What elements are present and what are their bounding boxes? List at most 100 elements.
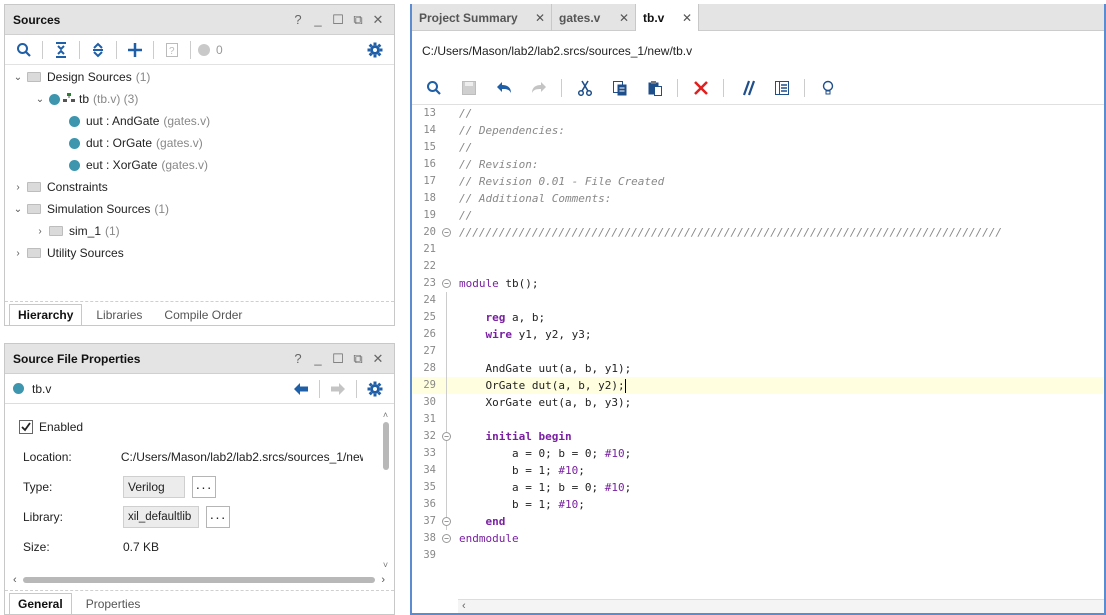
insert-template-icon[interactable] xyxy=(766,76,797,100)
editor-tabs: Project Summary ✕ gates.v ✕ tb.v ✕ xyxy=(412,4,1104,31)
minimize-icon[interactable]: _ xyxy=(310,12,326,28)
delete-icon[interactable] xyxy=(685,76,716,100)
code-line[interactable]: 36 b = 1; #10; xyxy=(412,496,1104,513)
cut-icon[interactable] xyxy=(569,76,600,100)
copy-icon[interactable] xyxy=(604,76,635,100)
tab-label: Project Summary xyxy=(419,10,518,25)
code-line[interactable]: 24 xyxy=(412,292,1104,309)
toggle-comment-icon[interactable] xyxy=(731,76,762,100)
code-line[interactable]: 16 // Revision: xyxy=(412,156,1104,173)
tree-item-sim-1[interactable]: › sim_1 (1) xyxy=(5,220,394,242)
code-line[interactable]: 28 AndGate uut(a, b, y1); xyxy=(412,360,1104,377)
code-line[interactable]: 14 // Dependencies: xyxy=(412,122,1104,139)
float-icon[interactable]: ⧉ xyxy=(350,351,366,367)
enabled-checkbox[interactable] xyxy=(19,420,33,434)
chevron-down-icon[interactable]: ⌄ xyxy=(12,72,24,83)
code-area[interactable]: 13 // 14 // Dependencies: 15 // 16 // Revision:… xyxy=(412,105,1104,599)
redo-icon[interactable] xyxy=(523,76,554,100)
code-line[interactable]: 34 b = 1; #10; xyxy=(412,462,1104,479)
code-line[interactable]: 29 OrGate dut(a, b, y2); xyxy=(412,377,1104,394)
code-line[interactable]: 18 // Additional Comments: xyxy=(412,190,1104,207)
editor-horizontal-scrollbar[interactable]: ‹ xyxy=(458,599,1104,613)
tree-item-uut[interactable]: uut : AndGate (gates.v) xyxy=(5,110,394,132)
code-line[interactable]: 23− module tb(); xyxy=(412,275,1104,292)
search-icon[interactable] xyxy=(418,76,449,100)
code-line[interactable]: 39 xyxy=(412,547,1104,564)
properties-horizontal-scrollbar[interactable]: ‹ › xyxy=(13,574,385,586)
code-line[interactable]: 15 // xyxy=(412,139,1104,156)
paste-icon[interactable] xyxy=(639,76,670,100)
close-icon[interactable]: ✕ xyxy=(619,11,629,25)
chevron-right-icon[interactable]: › xyxy=(12,182,24,193)
code-line[interactable]: 22 xyxy=(412,258,1104,275)
chevron-down-icon[interactable]: ⌄ xyxy=(34,94,46,105)
fold-end-icon[interactable]: − xyxy=(442,534,451,543)
tab-project-summary[interactable]: Project Summary ✕ xyxy=(412,4,552,31)
code-line[interactable]: 20−/////////////////////////////////////… xyxy=(412,224,1104,241)
properties-vertical-scrollbar[interactable]: ˄ ˅ xyxy=(381,410,390,570)
undo-icon[interactable] xyxy=(488,76,519,100)
fold-collapse-icon[interactable]: − xyxy=(442,279,451,288)
tree-item-constraints[interactable]: › Constraints xyxy=(5,176,394,198)
code-text: XorGate eut(a, b, y3); xyxy=(459,396,632,409)
expand-all-icon[interactable] xyxy=(85,38,111,62)
gear-icon[interactable] xyxy=(362,377,388,401)
lightbulb-icon[interactable] xyxy=(812,76,843,100)
tab-compile-order[interactable]: Compile Order xyxy=(156,304,250,325)
tree-item-design-sources[interactable]: ⌄ Design Sources (1) xyxy=(5,66,394,88)
forward-arrow-icon[interactable] xyxy=(325,377,351,401)
float-icon[interactable]: ⧉ xyxy=(350,12,366,28)
maximize-icon[interactable]: ☐ xyxy=(330,351,346,367)
code-line[interactable]: 19 // xyxy=(412,207,1104,224)
minimize-icon[interactable]: _ xyxy=(310,351,326,367)
library-browse-button[interactable]: ··· xyxy=(206,506,230,528)
search-icon[interactable] xyxy=(11,38,37,62)
tree-item-simulation-sources[interactable]: ⌄ Simulation Sources (1) xyxy=(5,198,394,220)
chevron-right-icon[interactable]: › xyxy=(34,226,46,237)
code-line[interactable]: 38− endmodule xyxy=(412,530,1104,547)
tree-item-label: Constraints xyxy=(47,180,108,194)
collapse-all-icon[interactable] xyxy=(48,38,74,62)
tree-item-dut[interactable]: dut : OrGate (gates.v) xyxy=(5,132,394,154)
code-line[interactable]: 25 reg a, b; xyxy=(412,309,1104,326)
close-icon[interactable]: ✕ xyxy=(535,11,545,25)
gear-icon[interactable] xyxy=(362,38,388,62)
close-icon[interactable]: ✕ xyxy=(682,11,692,25)
chevron-down-icon[interactable]: ⌄ xyxy=(12,204,24,215)
tab-tb-v[interactable]: tb.v ✕ xyxy=(636,4,699,31)
fold-end-icon[interactable]: − xyxy=(442,517,451,526)
chevron-right-icon[interactable]: › xyxy=(12,248,24,259)
code-line[interactable]: 21 xyxy=(412,241,1104,258)
tab-libraries[interactable]: Libraries xyxy=(88,304,150,325)
tab-properties[interactable]: Properties xyxy=(78,593,149,614)
code-line[interactable]: 17 // Revision 0.01 - File Created xyxy=(412,173,1104,190)
tab-gates-v[interactable]: gates.v ✕ xyxy=(552,4,636,31)
code-line[interactable]: 26 wire y1, y2, y3; xyxy=(412,326,1104,343)
add-sources-icon[interactable] xyxy=(122,38,148,62)
code-line[interactable]: 33 a = 0; b = 0; #10; xyxy=(412,445,1104,462)
code-line[interactable]: 35 a = 1; b = 0; #10; xyxy=(412,479,1104,496)
help-icon[interactable]: ? xyxy=(290,351,306,367)
tree-item-eut[interactable]: eut : XorGate (gates.v) xyxy=(5,154,394,176)
type-browse-button[interactable]: ··· xyxy=(192,476,216,498)
tab-general[interactable]: General xyxy=(9,593,72,614)
close-icon[interactable]: ✕ xyxy=(370,12,386,28)
code-line[interactable]: 31 xyxy=(412,411,1104,428)
close-icon[interactable]: ✕ xyxy=(370,351,386,367)
code-line[interactable]: 32− initial begin xyxy=(412,428,1104,445)
code-line[interactable]: 37− end xyxy=(412,513,1104,530)
back-arrow-icon[interactable] xyxy=(288,377,314,401)
fold-collapse-icon[interactable]: − xyxy=(442,432,451,441)
tree-item-tb[interactable]: ⌄ tb (tb.v) (3) xyxy=(5,88,394,110)
tree-item-utility-sources[interactable]: › Utility Sources xyxy=(5,242,394,264)
tree-item-label: dut : OrGate xyxy=(86,136,153,150)
fold-collapse-icon[interactable]: − xyxy=(442,228,451,237)
properties-icon[interactable]: ? xyxy=(159,38,185,62)
tab-hierarchy[interactable]: Hierarchy xyxy=(9,304,83,325)
maximize-icon[interactable]: ☐ xyxy=(330,12,346,28)
help-icon[interactable]: ? xyxy=(290,12,306,28)
code-line[interactable]: 13 // xyxy=(412,105,1104,122)
code-line[interactable]: 27 xyxy=(412,343,1104,360)
code-line[interactable]: 30 XorGate eut(a, b, y3); xyxy=(412,394,1104,411)
save-icon[interactable] xyxy=(453,76,484,100)
